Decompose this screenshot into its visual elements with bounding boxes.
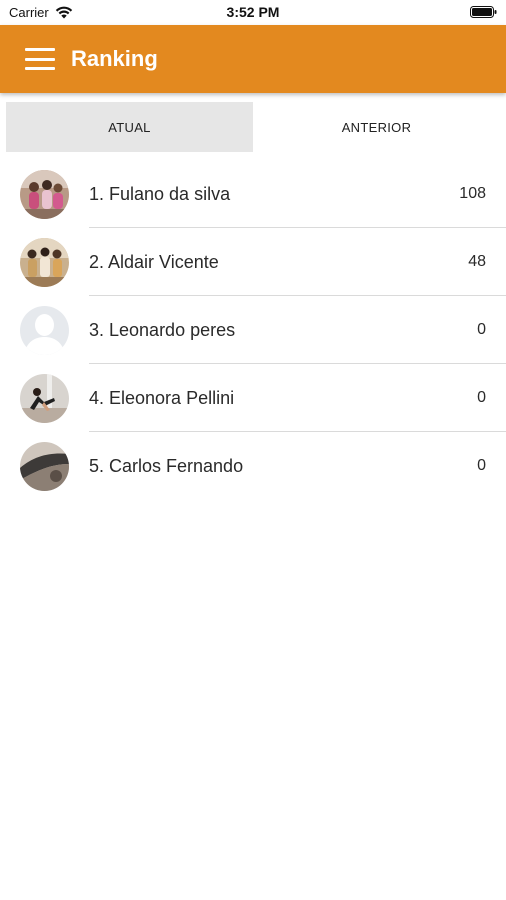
page-title: Ranking bbox=[71, 46, 158, 71]
avatar-photo-icon bbox=[20, 238, 69, 287]
avatar bbox=[20, 306, 69, 355]
tab-atual[interactable]: ATUAL bbox=[6, 102, 253, 152]
default-person-icon bbox=[20, 306, 69, 355]
ranking-item-score: 108 bbox=[459, 185, 486, 202]
status-time: 3:52 PM bbox=[226, 4, 280, 20]
ranking-item[interactable]: 3. Leonardo peres 0 bbox=[0, 296, 506, 364]
menu-icon-line bbox=[25, 57, 55, 61]
ranking-item-name: 2. Aldair Vicente bbox=[89, 251, 219, 272]
ranking-item[interactable]: 2. Aldair Vicente 48 bbox=[0, 228, 506, 296]
ranking-tabs: ATUAL ANTERIOR bbox=[6, 102, 500, 152]
ranking-item[interactable]: 5. Carlos Fernando 0 bbox=[0, 432, 506, 500]
ranking-list: 1. Fulano da silva 108 2. Aldair Vicente… bbox=[0, 160, 506, 500]
avatar-photo-icon bbox=[20, 170, 69, 219]
avatar bbox=[20, 238, 69, 287]
ranking-item[interactable]: 4. Eleonora Pellini 0 bbox=[0, 364, 506, 432]
ranking-item-score: 48 bbox=[468, 253, 486, 270]
ranking-item-score: 0 bbox=[477, 389, 486, 406]
tab-anterior[interactable]: ANTERIOR bbox=[253, 102, 500, 152]
menu-button[interactable] bbox=[25, 48, 55, 70]
ranking-item-score: 0 bbox=[477, 457, 486, 474]
ranking-item-name: 5. Carlos Fernando bbox=[89, 455, 244, 476]
ranking-item-name: 3. Leonardo peres bbox=[89, 319, 236, 340]
menu-icon-line bbox=[25, 48, 55, 51]
ranking-item-name: 1. Fulano da silva bbox=[89, 183, 231, 204]
avatar-photo-icon bbox=[20, 374, 69, 423]
battery-icon bbox=[470, 6, 497, 18]
ranking-item-score: 0 bbox=[477, 321, 486, 338]
ranking-item-name: 4. Eleonora Pellini bbox=[89, 387, 235, 408]
avatar bbox=[20, 442, 69, 491]
avatar bbox=[20, 374, 69, 423]
avatar-photo-icon bbox=[20, 442, 69, 491]
avatar bbox=[20, 170, 69, 219]
ranking-item[interactable]: 1. Fulano da silva 108 bbox=[0, 160, 506, 228]
app-bar: Ranking bbox=[0, 25, 506, 93]
status-bar: Carrier 3:52 PM bbox=[0, 0, 506, 25]
menu-icon-line bbox=[25, 67, 55, 70]
